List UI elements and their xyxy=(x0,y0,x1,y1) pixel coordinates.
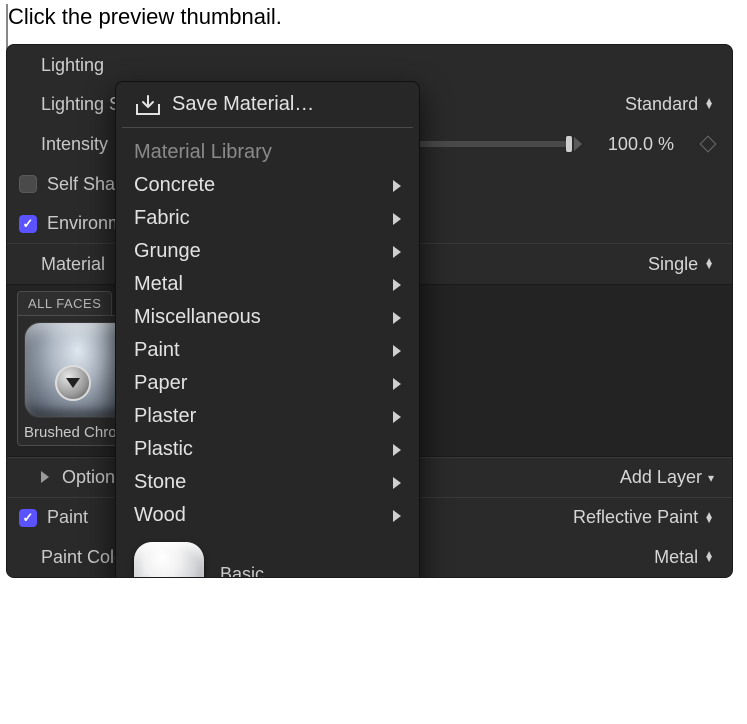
material-category-label: Wood xyxy=(134,504,393,527)
updown-icon: ▲▼ xyxy=(704,513,714,523)
disclosure-triangle-icon xyxy=(41,471,49,483)
material-category-item[interactable]: Paint xyxy=(116,334,419,367)
chevron-right-icon xyxy=(393,444,401,456)
paint-color-dropdown[interactable]: Metal ▲▼ xyxy=(654,547,714,568)
material-category-item[interactable]: Plaster xyxy=(116,400,419,433)
slider-endcap-icon xyxy=(574,137,582,151)
all-faces-tab[interactable]: ALL FACES xyxy=(17,291,112,315)
updown-icon: ▲▼ xyxy=(704,99,714,109)
material-category-label: Miscellaneous xyxy=(134,306,393,329)
lighting-style-dropdown[interactable]: Standard ▲▼ xyxy=(625,94,714,115)
save-icon xyxy=(134,94,162,116)
material-category-item[interactable]: Grunge xyxy=(116,235,419,268)
material-category-label: Plaster xyxy=(134,405,393,428)
chevron-right-icon xyxy=(393,378,401,390)
self-shadows-checkbox[interactable] xyxy=(19,175,37,193)
save-material-item[interactable]: Save Material… xyxy=(116,88,419,121)
slider-knob[interactable] xyxy=(566,136,572,152)
material-category-label: Plastic xyxy=(134,438,393,461)
paint-color-value: Metal xyxy=(654,547,698,568)
chevron-right-icon xyxy=(393,246,401,258)
material-category-item[interactable]: Fabric xyxy=(116,202,419,235)
material-mode-dropdown[interactable]: Single ▲▼ xyxy=(648,254,714,275)
chevron-right-icon xyxy=(393,213,401,225)
chevron-right-icon xyxy=(393,345,401,357)
material-category-item[interactable]: Wood xyxy=(116,499,419,532)
material-library-header: Material Library xyxy=(116,136,419,169)
chevron-right-icon xyxy=(393,411,401,423)
material-category-label: Fabric xyxy=(134,207,393,230)
updown-icon: ▲▼ xyxy=(704,552,714,562)
add-layer-label: Add Layer xyxy=(620,467,702,488)
chevron-right-icon xyxy=(393,279,401,291)
environment-checkbox[interactable] xyxy=(19,215,37,233)
material-category-label: Grunge xyxy=(134,240,393,263)
material-category-item[interactable]: Metal xyxy=(116,268,419,301)
basic-label: Basic xyxy=(220,564,264,579)
basic-material-item[interactable]: Basic xyxy=(116,532,419,578)
material-category-item[interactable]: Stone xyxy=(116,466,419,499)
chevron-right-icon xyxy=(393,312,401,324)
add-layer-dropdown[interactable]: Add Layer ▾ xyxy=(620,467,714,488)
thumbnail-menu-icon[interactable] xyxy=(55,365,91,401)
paint-checkbox[interactable] xyxy=(19,509,37,527)
chevron-right-icon xyxy=(393,477,401,489)
intensity-value[interactable]: 100.0 % xyxy=(584,134,674,155)
lighting-header: Lighting xyxy=(7,45,732,84)
chevron-right-icon xyxy=(393,180,401,192)
chevron-down-icon: ▾ xyxy=(708,471,714,485)
material-mode-value: Single xyxy=(648,254,698,275)
material-category-item[interactable]: Miscellaneous xyxy=(116,301,419,334)
paint-type-dropdown[interactable]: Reflective Paint ▲▼ xyxy=(573,507,714,528)
material-category-label: Paper xyxy=(134,372,393,395)
paint-type-value: Reflective Paint xyxy=(573,507,698,528)
menu-separator xyxy=(122,127,413,128)
material-category-item[interactable]: Concrete xyxy=(116,169,419,202)
material-category-label: Concrete xyxy=(134,174,393,197)
material-popup-menu: Save Material… Material Library Concrete… xyxy=(115,81,420,578)
keyframe-icon[interactable] xyxy=(700,136,717,153)
inspector-panel: Lighting Lighting Style Standard ▲▼ Inte… xyxy=(6,44,733,578)
material-category-item[interactable]: Paper xyxy=(116,367,419,400)
chevron-right-icon xyxy=(393,510,401,522)
instruction-text: Click the preview thumbnail. xyxy=(0,0,747,44)
lighting-style-value: Standard xyxy=(625,94,698,115)
basic-swatch-icon xyxy=(134,542,204,578)
material-category-label: Metal xyxy=(134,273,393,296)
material-category-label: Paint xyxy=(134,339,393,362)
save-material-label: Save Material… xyxy=(172,93,401,116)
material-category-item[interactable]: Plastic xyxy=(116,433,419,466)
updown-icon: ▲▼ xyxy=(704,259,714,269)
material-category-label: Stone xyxy=(134,471,393,494)
